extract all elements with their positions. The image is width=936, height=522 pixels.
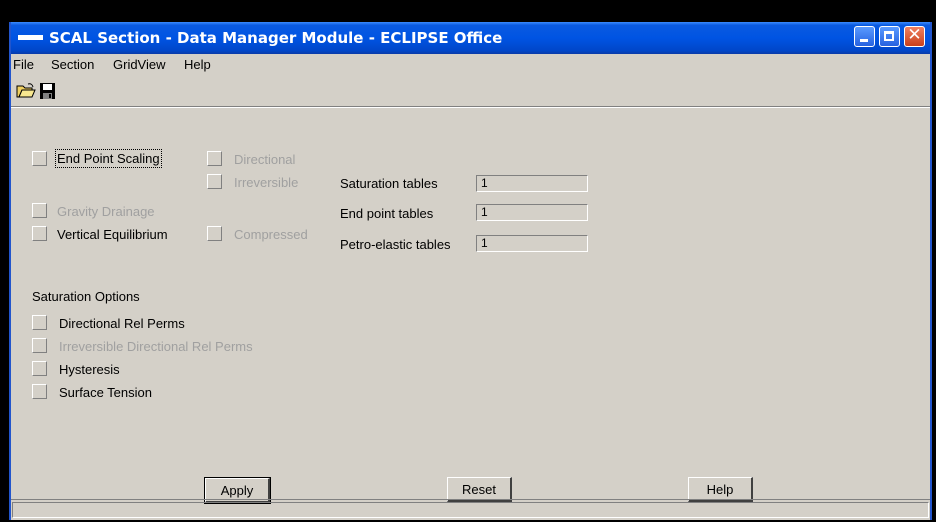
app-window: SCAL Section - Data Manager Module - ECL… (9, 22, 932, 520)
gravity-drainage-label: Gravity Drainage (57, 204, 155, 219)
petro-elastic-tables-field[interactable]: 1 (476, 235, 588, 252)
saturation-tables-label: Saturation tables (340, 176, 438, 191)
app-icon (18, 35, 43, 40)
title-bar[interactable]: SCAL Section - Data Manager Module - ECL… (11, 22, 930, 54)
directional-rel-perms-label[interactable]: Directional Rel Perms (59, 316, 185, 331)
vertical-equilibrium-checkbox[interactable] (32, 226, 47, 241)
gravity-drainage-checkbox (32, 203, 47, 218)
menu-help[interactable]: Help (184, 57, 211, 72)
maximize-icon (884, 31, 894, 41)
minimize-icon (860, 39, 868, 42)
maximize-button[interactable] (879, 26, 900, 47)
end-point-tables-label: End point tables (340, 206, 434, 221)
saturation-tables-field[interactable]: 1 (476, 175, 588, 192)
minimize-button[interactable] (854, 26, 875, 47)
directional-rel-perms-checkbox[interactable] (32, 315, 47, 330)
irreversible-directional-rel-perms-label: Irreversible Directional Rel Perms (59, 339, 253, 354)
menu-gridview[interactable]: GridView (113, 57, 166, 72)
menu-section[interactable]: Section (51, 57, 94, 72)
end-point-tables-field[interactable]: 1 (476, 204, 588, 221)
directional-label: Directional (234, 152, 296, 167)
hysteresis-label[interactable]: Hysteresis (59, 362, 120, 377)
irreversible-directional-rel-perms-checkbox (32, 338, 47, 353)
close-button[interactable]: ✕ (904, 25, 925, 47)
saturation-options-heading: Saturation Options (32, 289, 140, 304)
irreversible-checkbox (207, 174, 222, 189)
menu-file[interactable]: File (13, 57, 34, 72)
surface-tension-label[interactable]: Surface Tension (59, 385, 152, 400)
save-disk-icon[interactable] (38, 82, 58, 100)
open-folder-icon[interactable] (16, 82, 36, 100)
surface-tension-checkbox[interactable] (32, 384, 47, 399)
status-panel (12, 502, 929, 518)
end-point-scaling-checkbox[interactable] (32, 151, 47, 166)
compressed-label: Compressed (234, 227, 308, 242)
menu-bar: File Section GridView Help (11, 55, 930, 74)
close-icon: ✕ (907, 25, 922, 45)
window-title: SCAL Section - Data Manager Module - ECL… (49, 29, 503, 47)
petro-elastic-tables-label: Petro-elastic tables (340, 237, 451, 252)
status-bar (11, 499, 930, 520)
directional-checkbox (207, 151, 222, 166)
end-point-scaling-label[interactable]: End Point Scaling (55, 149, 162, 168)
vertical-equilibrium-label[interactable]: Vertical Equilibrium (57, 227, 168, 242)
hysteresis-checkbox[interactable] (32, 361, 47, 376)
scal-options-panel: End Point Scaling Gravity Drainage Verti… (11, 108, 930, 504)
toolbar (11, 78, 930, 104)
compressed-checkbox (207, 226, 222, 241)
irreversible-label: Irreversible (234, 175, 299, 190)
